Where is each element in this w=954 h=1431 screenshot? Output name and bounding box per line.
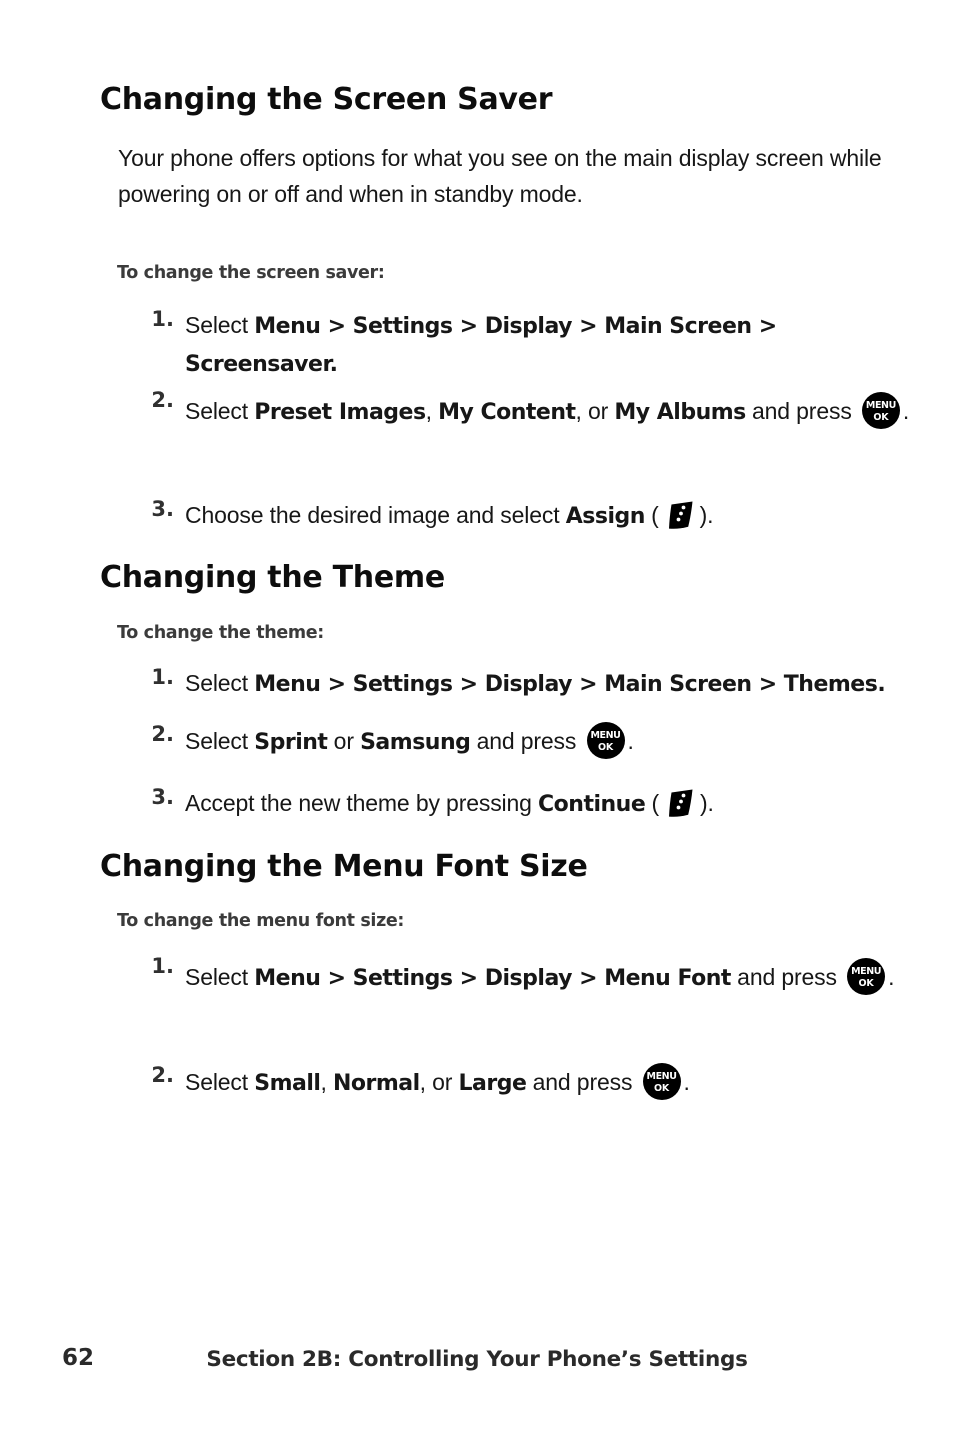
- menu-ok-key-icon[interactable]: MENU OK: [642, 1063, 681, 1100]
- menu-ok-key-icon[interactable]: MENU OK: [847, 958, 886, 995]
- list-item-number: 1.: [151, 307, 174, 331]
- emphasis-text: Large: [458, 1071, 527, 1096]
- list-item-text: Select Menu > Settings > Display > Menu …: [185, 954, 918, 1002]
- list-item-text: Select Sprint or Samsung and press MENU O…: [185, 722, 918, 761]
- menu-ok-label-top: MENU: [590, 730, 621, 741]
- list-item: 2. Select Preset Images, My Content, or …: [118, 388, 918, 436]
- list-item-number: 3.: [151, 497, 174, 521]
- menu-ok-label-top: MENU: [851, 966, 882, 977]
- menu-ok-label-bottom: OK: [654, 1083, 670, 1094]
- list-item: 1. Select Menu > Settings > Display > Ma…: [118, 665, 918, 703]
- list-item-number: 2.: [151, 388, 174, 412]
- emphasis-text: Menu > Settings > Display > Main Screen …: [185, 314, 777, 377]
- list-item-text: Select Menu > Settings > Display > Main …: [185, 670, 886, 697]
- subheading-to-change-screen-saver: To change the screen saver:: [117, 263, 385, 283]
- list-item: 2. Select Sprint or Samsung and press ME…: [118, 722, 918, 761]
- menu-ok-label-bottom: OK: [858, 978, 874, 989]
- menu-ok-label-top: MENU: [865, 400, 896, 411]
- emphasis-text: Menu > Settings > Display > Main Screen …: [254, 672, 886, 697]
- list-item-number: 2.: [151, 1063, 174, 1087]
- emphasis-text: Small: [254, 1071, 321, 1096]
- emphasis-text: My Content: [438, 400, 576, 425]
- menu-ok-key-icon[interactable]: MENU OK: [861, 392, 900, 429]
- softkey-options-icon[interactable]: [662, 785, 698, 821]
- list-item: 2. Select Small, Normal, or Large and pr…: [118, 1063, 918, 1102]
- emphasis-text: Preset Images: [254, 400, 426, 425]
- menu-ok-label-bottom: OK: [873, 412, 889, 423]
- emphasis-text: Assign: [565, 504, 646, 529]
- list-item-text: Select Small, Normal, or Large and press…: [185, 1063, 918, 1102]
- emphasis-text: Sprint: [254, 730, 328, 755]
- list-item-number: 1.: [151, 665, 174, 689]
- footer-section-title: Section 2B: Controlling Your Phone’s Set…: [206, 1347, 748, 1372]
- subheading-to-change-menu-font-size: To change the menu font size:: [117, 911, 405, 931]
- list-item-text: Select Preset Images, My Content, or My …: [185, 388, 918, 436]
- manual-page: Changing the Screen Saver Your phone off…: [0, 0, 954, 1431]
- list-item-text: Select Menu > Settings > Display > Main …: [185, 312, 777, 377]
- menu-ok-label-bottom: OK: [597, 742, 614, 753]
- emphasis-text: Continue: [538, 792, 646, 817]
- list-item: 3. Choose the desired image and select A…: [118, 497, 918, 535]
- page-footer: 62 Section 2B: Controlling Your Phone’s …: [0, 1345, 954, 1379]
- list-item-number: 2.: [151, 722, 174, 746]
- list-item-number: 3.: [151, 785, 174, 809]
- menu-ok-label-top: MENU: [646, 1071, 677, 1082]
- emphasis-text: Samsung: [360, 730, 471, 755]
- softkey-options-icon[interactable]: [662, 497, 698, 533]
- emphasis-text: Normal: [332, 1071, 420, 1096]
- list-item-number: 1.: [151, 954, 174, 978]
- emphasis-text: My Albums: [614, 400, 746, 425]
- list-item: 1. Select Menu > Settings > Display > Me…: [118, 954, 918, 1002]
- intro-paragraph: Your phone offers options for what you s…: [118, 145, 882, 207]
- list-item-text: Choose the desired image and select Assi…: [185, 497, 918, 535]
- list-item: 1. Select Menu > Settings > Display > Ma…: [118, 307, 918, 383]
- menu-ok-key-icon[interactable]: MENU OK: [586, 722, 625, 759]
- emphasis-text: Menu > Settings > Display > Menu Font: [254, 966, 731, 991]
- list-item-text: Accept the new theme by pressing Continu…: [185, 785, 918, 823]
- section-heading-theme: Changing the Theme: [100, 560, 445, 595]
- section-heading-menu-font-size: Changing the Menu Font Size: [100, 849, 588, 884]
- list-item: 3. Accept the new theme by pressing Cont…: [118, 785, 918, 823]
- subheading-to-change-theme: To change the theme:: [117, 623, 324, 643]
- section-heading-screen-saver: Changing the Screen Saver: [100, 82, 553, 117]
